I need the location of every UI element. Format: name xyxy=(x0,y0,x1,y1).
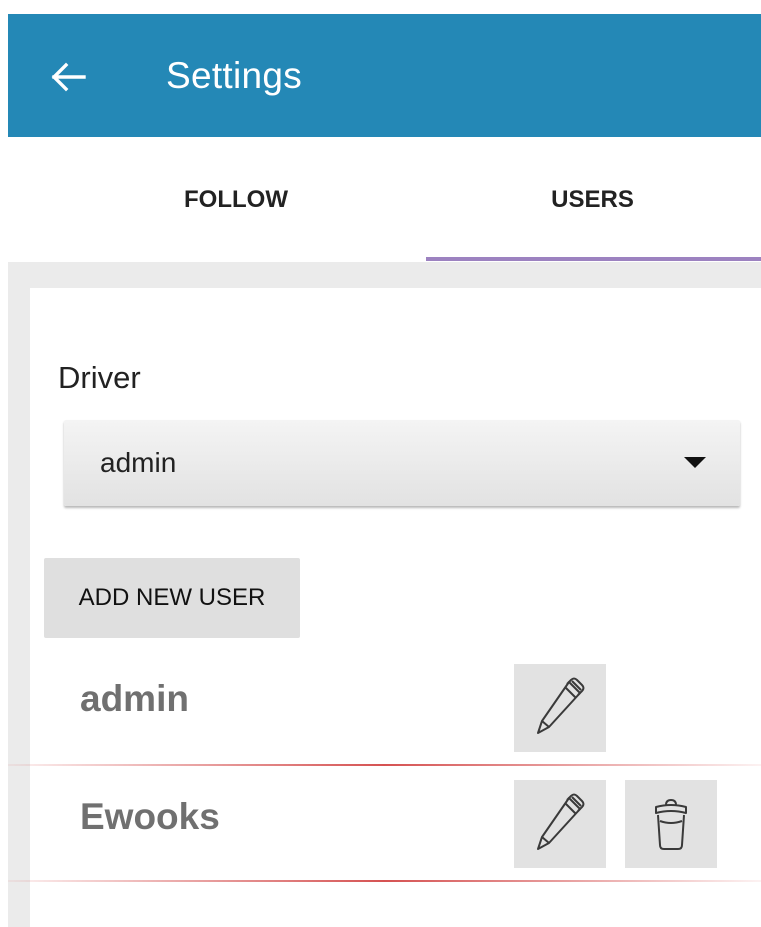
driver-label: Driver xyxy=(58,360,141,395)
tab-users[interactable]: USERS xyxy=(424,137,761,262)
back-button[interactable] xyxy=(48,60,88,94)
tab-indicator xyxy=(426,257,761,261)
edit-user-button[interactable] xyxy=(514,780,606,868)
tab-bar: FOLLOW USERS xyxy=(48,137,761,262)
user-name: admin xyxy=(80,678,189,719)
trash-icon xyxy=(655,799,687,850)
app-bar: Settings xyxy=(8,14,761,137)
driver-spinner[interactable]: admin xyxy=(64,420,740,506)
delete-user-button[interactable] xyxy=(625,780,717,868)
arrow-left-icon xyxy=(51,62,86,92)
page-title: Settings xyxy=(166,55,303,96)
driver-spinner-value: admin xyxy=(100,447,177,478)
edit-user-button[interactable] xyxy=(514,664,606,752)
pencil-icon xyxy=(537,793,585,850)
user-name: Ewooks xyxy=(80,796,220,837)
settings-screen: Settings FOLLOW USERS Driver admin ADD N… xyxy=(0,0,761,927)
row-divider xyxy=(8,764,761,766)
caret-down-icon xyxy=(684,457,706,468)
pencil-icon xyxy=(537,677,585,734)
row-divider xyxy=(8,880,761,882)
tab-follow[interactable]: FOLLOW xyxy=(48,137,424,262)
add-new-user-button[interactable]: ADD NEW USER xyxy=(44,558,300,638)
